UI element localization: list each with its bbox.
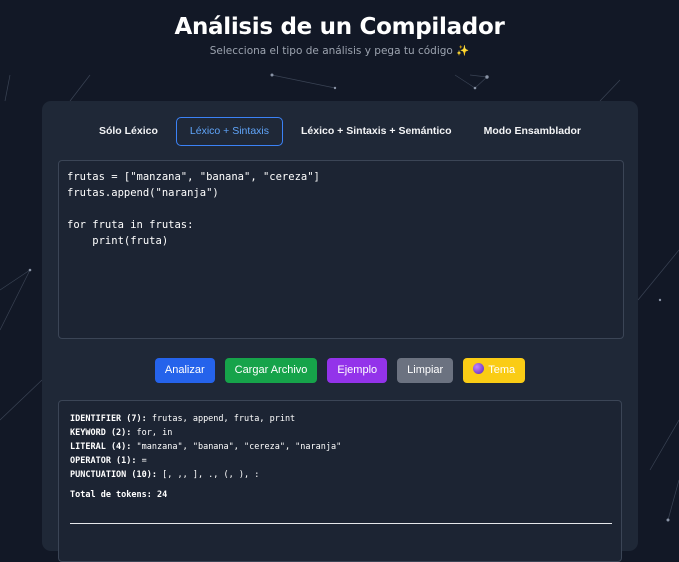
cargar-archivo-button[interactable]: Cargar Archivo [224,358,318,383]
ejemplo-button[interactable]: Ejemplo [327,358,388,383]
page-subtitle: Selecciona el tipo de análisis y pega tu… [209,45,470,57]
purple-orb-icon [473,363,485,374]
code-editor[interactable]: frutas = ["manzana", "banana", "cereza"]… [58,160,624,339]
analysis-mode-tabs: Sólo Léxico Léxico + Sintaxis Léxico + S… [42,117,638,146]
analizar-button[interactable]: Analizar [154,358,215,383]
divider [70,523,612,524]
token-row: IDENTIFIER (7): frutas, append, fruta, p… [70,412,341,426]
token-values: for, in [136,428,173,438]
token-label: IDENTIFIER (7): [70,414,147,424]
token-label: LITERAL (4): [70,442,132,452]
tema-button[interactable]: Tema [463,358,526,383]
token-values: "manzana", "banana", "cereza", "naranja" [136,442,342,452]
analyzer-card: Sólo Léxico Léxico + Sintaxis Léxico + S… [42,101,638,562]
page-title: Análisis de un Compilador [174,14,505,40]
token-row: KEYWORD (2): for, in [70,426,341,440]
limpiar-button[interactable]: Limpiar [397,358,454,383]
token-label: PUNCTUATION (10): [70,470,157,480]
token-label: OPERATOR (1): [70,456,137,466]
total-tokens: Total de tokens: 24 [70,490,168,500]
token-values: frutas, append, fruta, print [151,414,296,424]
token-row: PUNCTUATION (10): [, ,, ], ., (, ), : [70,468,341,482]
tab-lexico-sintaxis[interactable]: Léxico + Sintaxis [175,117,283,146]
tab-modo-ensamblador[interactable]: Modo Ensamblador [470,117,595,146]
token-label: KEYWORD (2): [70,428,132,438]
action-buttons: Analizar Cargar Archivo Ejemplo Limpiar … [42,358,638,383]
token-row: OPERATOR (1): = [70,454,341,468]
tab-lexico-sintaxis-semantico[interactable]: Léxico + Sintaxis + Semántico [287,117,466,146]
tab-lexico[interactable]: Sólo Léxico [85,117,172,146]
token-row: LITERAL (4): "manzana", "banana", "cerez… [70,440,341,454]
token-values: = [141,456,147,466]
token-values: [, ,, ], ., (, ), : [162,470,260,480]
tema-label: Tema [488,364,516,376]
